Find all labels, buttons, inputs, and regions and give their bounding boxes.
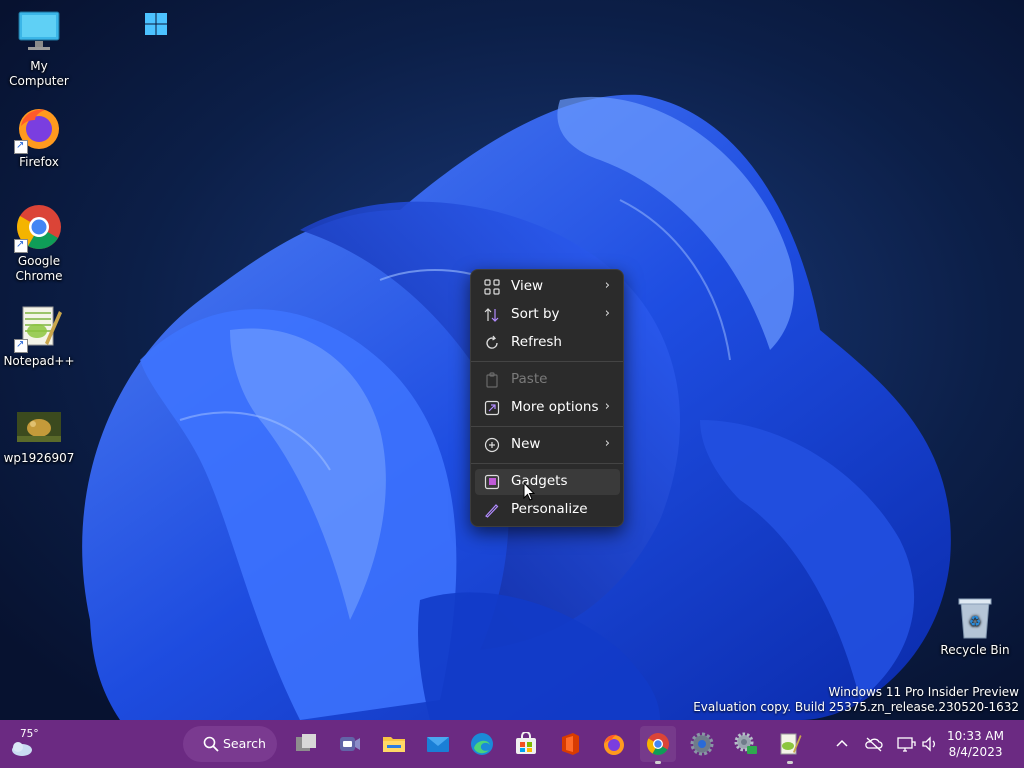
desktop-context-menu: View › Sort by › Refresh Paste More opti… — [470, 269, 624, 527]
office-icon — [562, 733, 579, 755]
weather-temperature: 75° — [20, 728, 39, 740]
watermark-line-2: Evaluation copy. Build 25375.zn_release.… — [693, 700, 1019, 714]
running-indicator — [655, 761, 661, 764]
desktop-icon-label: Recycle Bin — [940, 643, 1010, 657]
mouse-cursor-icon — [523, 482, 535, 501]
file-explorer-icon — [383, 737, 405, 752]
desktop-icon-chrome[interactable]: Google Chrome — [0, 203, 78, 284]
sort-icon — [484, 308, 499, 322]
menu-separator — [471, 463, 623, 464]
desktop-icon-notepadpp[interactable]: Notepad++ — [0, 303, 78, 369]
clock-date: 8/4/2023 — [948, 745, 1003, 759]
desktop-icon-label: My Computer — [9, 59, 69, 88]
desktop-icon-label: Google Chrome — [15, 254, 63, 283]
evaluation-watermark: Windows 11 Pro Insider Preview Evaluatio… — [693, 685, 1019, 715]
search-icon — [203, 736, 219, 752]
desktop-icon-label: Firefox — [19, 155, 59, 169]
taskbar-teams[interactable] — [332, 726, 368, 762]
monitor-icon — [18, 11, 60, 50]
taskbar-settings[interactable] — [684, 726, 720, 762]
tray-volume[interactable] — [920, 734, 940, 754]
brush-icon — [485, 504, 499, 518]
taskbar-chrome[interactable] — [640, 726, 676, 764]
firefox-icon — [604, 734, 624, 755]
cloud-off-icon — [865, 737, 883, 752]
refresh-icon — [486, 335, 498, 349]
taskbar-clock[interactable]: 10:33 AM 8/4/2023 — [947, 728, 1004, 760]
search-label: Search — [223, 736, 266, 751]
edge-icon — [471, 733, 493, 755]
menu-item-personalize[interactable]: Personalize — [475, 497, 620, 523]
menu-item-refresh[interactable]: Refresh — [475, 330, 620, 356]
settings-alt-icon — [734, 732, 757, 754]
menu-item-sort-by[interactable]: Sort by › — [475, 302, 620, 328]
desktop-icon-recycle-bin[interactable]: ♻ Recycle Bin — [936, 596, 1014, 658]
desktop-icon-label: Notepad++ — [3, 354, 75, 368]
task-view-icon — [296, 734, 316, 751]
menu-item-more-options[interactable]: More options › — [475, 395, 620, 421]
chevron-right-icon: › — [604, 278, 610, 293]
chevron-right-icon: › — [604, 306, 610, 321]
menu-item-gadgets[interactable]: Gadgets — [475, 469, 620, 495]
settings-icon — [690, 732, 714, 756]
taskbar-firefox[interactable] — [596, 726, 632, 762]
svg-text:♻: ♻ — [969, 614, 982, 630]
menu-item-view[interactable]: View › — [475, 274, 620, 300]
menu-separator — [471, 426, 623, 427]
taskbar-file-explorer[interactable] — [376, 726, 412, 762]
taskbar-task-view[interactable] — [288, 726, 324, 762]
menu-item-paste[interactable]: Paste — [475, 367, 620, 393]
start-icon — [145, 13, 167, 35]
taskbar-settings-alt[interactable] — [728, 726, 764, 762]
taskbar-store[interactable] — [508, 726, 544, 762]
store-icon — [516, 732, 536, 754]
taskbar-mail[interactable] — [420, 726, 456, 762]
tray-overflow-button[interactable] — [832, 734, 852, 754]
watermark-line-1: Windows 11 Pro Insider Preview — [828, 685, 1019, 699]
image-thumbnail-icon — [17, 412, 61, 442]
network-icon — [897, 737, 916, 752]
taskbar-search-button[interactable]: Search — [183, 726, 277, 762]
start-button[interactable] — [138, 6, 174, 42]
taskbar-notepadpp[interactable] — [772, 726, 808, 764]
notepadpp-icon — [780, 733, 802, 755]
shortcut-arrow-icon — [14, 138, 28, 154]
gadgets-icon — [484, 474, 500, 490]
shortcut-arrow-icon — [14, 237, 28, 253]
plus-circle-icon — [484, 437, 500, 453]
teams-icon — [340, 737, 360, 751]
desktop-icon-firefox[interactable]: Firefox — [0, 104, 78, 170]
shortcut-arrow-icon — [14, 337, 28, 353]
chrome-icon — [647, 733, 669, 755]
chevron-up-icon — [836, 739, 848, 747]
desktop-icon-my-computer[interactable]: My Computer — [0, 8, 78, 89]
running-indicator — [787, 761, 793, 764]
recycle-bin-icon: ♻ — [958, 598, 992, 639]
mail-icon — [427, 737, 449, 752]
taskbar-office[interactable] — [552, 726, 588, 762]
more-options-icon — [484, 400, 500, 416]
tray-onedrive[interactable] — [864, 734, 884, 754]
volume-icon — [922, 736, 935, 752]
taskbar-edge[interactable] — [464, 726, 500, 762]
grid-icon — [484, 279, 500, 295]
clock-time: 10:33 AM — [947, 729, 1004, 743]
menu-separator — [471, 361, 623, 362]
tray-network[interactable] — [896, 734, 916, 754]
menu-item-new[interactable]: New › — [475, 432, 620, 458]
desktop-icon-label: wp1926907 — [3, 451, 75, 465]
chevron-right-icon: › — [604, 399, 610, 414]
clipboard-icon — [486, 372, 498, 388]
desktop-icon-wp1926907[interactable]: wp1926907 — [0, 410, 78, 466]
chevron-right-icon: › — [604, 436, 610, 451]
